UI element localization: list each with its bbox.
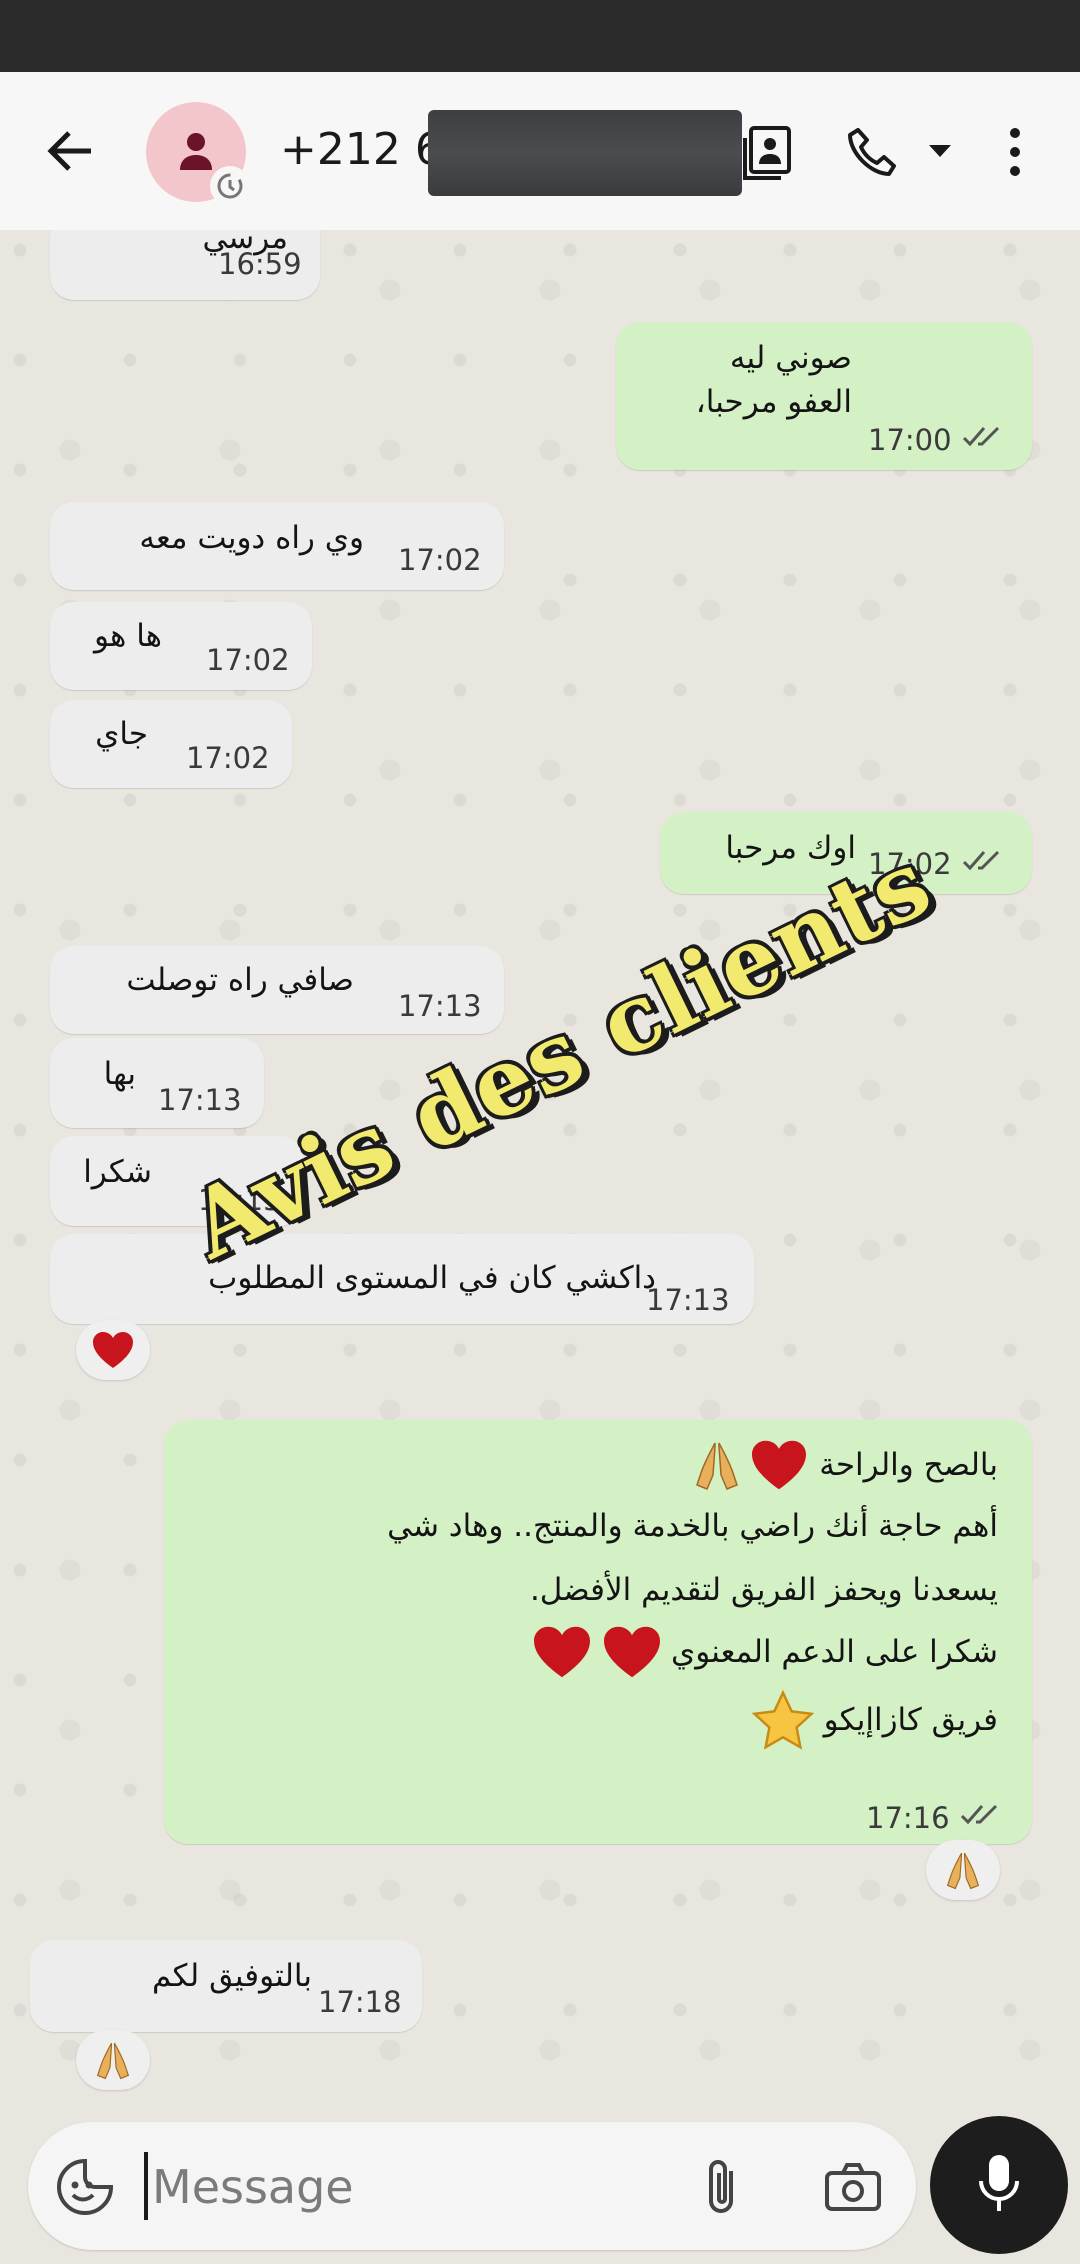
paperclip-icon[interactable] (688, 2152, 758, 2222)
message-text: بالصح والراحة (819, 1447, 998, 1483)
dropdown-caret-icon[interactable] (920, 126, 960, 176)
message-text: جاي (95, 716, 148, 752)
person-icon (180, 133, 212, 170)
message-text: ها هو (93, 618, 162, 654)
message-time: 16:59 (218, 247, 302, 281)
reaction-heart[interactable] (76, 1320, 150, 1380)
message-time: 17:13 (646, 1283, 730, 1317)
message-text: بالتوفيق لكم (152, 1958, 312, 1994)
chat-header: +212 6 (0, 72, 1080, 230)
heart-icon (534, 1626, 590, 1678)
heart-icon (93, 1332, 133, 1368)
message-time: 17:16 (866, 1801, 950, 1835)
message-bubble-incoming[interactable]: ها هو 17:02 (50, 602, 312, 690)
message-input[interactable]: Message (152, 2160, 354, 2214)
star-icon (751, 1690, 814, 1750)
message-text: داكشي كان في المستوى المطلوب (208, 1260, 656, 1296)
read-ticks-icon (962, 426, 1000, 447)
message-text: شكرا (83, 1154, 152, 1190)
message-time: 17:13 (398, 989, 482, 1023)
message-time: 17:02 (398, 543, 482, 577)
message-text: صافي راه توصلت (126, 962, 354, 998)
message-bubble-incoming[interactable]: بها 17:13 (50, 1038, 264, 1128)
reaction-praying-hands[interactable] (926, 1840, 1000, 1900)
praying-hands-icon (696, 1442, 739, 1490)
message-text: صوني ليه العفو مرحبا، (695, 340, 852, 420)
message-bubble-incoming[interactable]: صافي راه توصلت 17:13 (50, 946, 504, 1034)
message-text: أهم حاجة أنك راضي بالخدمة والمنتج.. وهاد… (387, 1508, 998, 1544)
message-line: فريق كازاإيكو (751, 1690, 998, 1750)
message-line: بالصح والراحة (695, 1438, 998, 1492)
contact-phone-number[interactable]: +212 6 (280, 124, 443, 175)
camera-icon[interactable] (818, 2152, 888, 2222)
redacted-number (428, 110, 742, 196)
mic-icon (979, 2155, 1019, 2211)
more-vert-icon[interactable] (990, 112, 1040, 192)
heart-icon (752, 1440, 807, 1490)
praying-hands-icon (946, 1852, 980, 1890)
message-time: 17:13 (158, 1083, 242, 1117)
status-timer-icon (210, 166, 250, 206)
sticker-icon[interactable] (50, 2152, 120, 2222)
heart-icon (604, 1626, 660, 1678)
message-bubble-incoming[interactable]: داكشي كان في المستوى المطلوب 17:13 (50, 1234, 754, 1324)
read-ticks-icon (962, 850, 1000, 871)
contact-card-icon[interactable] (738, 112, 798, 192)
avatar[interactable] (146, 102, 250, 206)
message-time: 17:02 (186, 741, 270, 775)
praying-hands-icon (96, 2042, 130, 2080)
message-text: فريق كازاإيكو (823, 1702, 998, 1738)
message-line: شكرا على الدعم المعنوي (531, 1624, 998, 1680)
back-arrow-icon[interactable] (30, 116, 110, 186)
message-text: يسعدنا ويحفز الفريق لتقديم الأفضل. (529, 1572, 998, 1608)
watermark-text: Avis des clients (173, 828, 947, 1280)
message-text: بها (103, 1056, 136, 1092)
message-list[interactable]: مرسي 16:59 صوني ليه العفو مرحبا، 17:00 و… (0, 230, 1080, 2110)
status-bar (0, 0, 1080, 72)
message-composer[interactable]: Message (28, 2122, 916, 2250)
message-bubble-incoming[interactable]: جاي 17:02 (50, 700, 292, 788)
message-time: 17:18 (318, 1985, 402, 2019)
message-text: وي راه دويت معه (139, 520, 364, 556)
message-bubble-outgoing[interactable]: بالصح والراحة أهم حاجة أنك راضي بالخدمة … (164, 1420, 1032, 1844)
message-bubble-incoming[interactable]: بالتوفيق لكم 17:18 (30, 1940, 422, 2032)
read-ticks-icon (960, 1804, 998, 1825)
text-cursor (144, 2152, 148, 2220)
message-time: 17:00 (868, 423, 952, 457)
message-time: 17:02 (206, 643, 290, 677)
reaction-praying-hands[interactable] (76, 2030, 150, 2090)
message-text: شكرا على الدعم المعنوي (671, 1634, 998, 1670)
mic-button[interactable] (930, 2116, 1068, 2254)
message-bubble-outgoing[interactable]: صوني ليه العفو مرحبا، 17:00 (616, 322, 1032, 470)
message-bubble-incoming[interactable]: مرسي 16:59 (50, 230, 320, 300)
phone-icon[interactable] (840, 112, 904, 192)
message-bubble-incoming[interactable]: وي راه دويت معه 17:02 (50, 502, 504, 590)
